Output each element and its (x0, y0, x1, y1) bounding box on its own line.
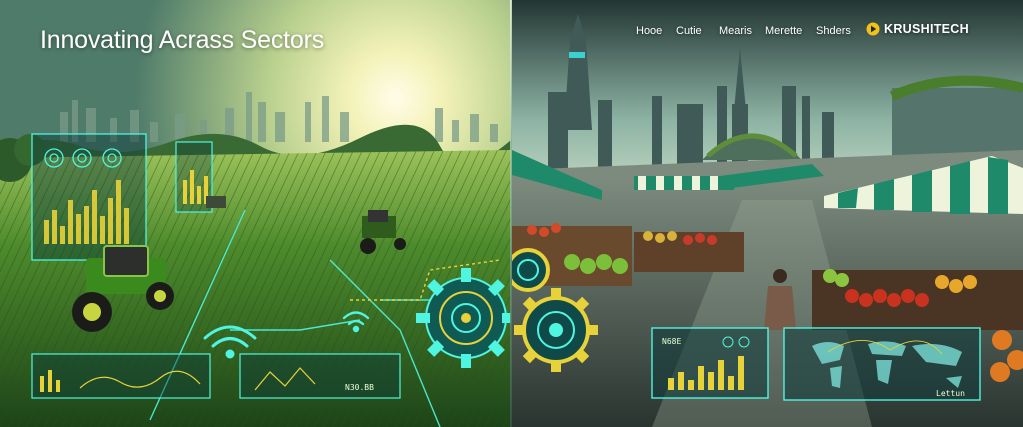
world-map-hud: Lettun (783, 327, 981, 401)
brand-name: KRUSHITECH (884, 22, 969, 36)
nav-item-4[interactable]: Merette (765, 24, 802, 38)
right-hud-readout: N68E (662, 337, 681, 346)
gear-icon (514, 288, 598, 372)
nav-item-3[interactable]: Mearis (719, 24, 752, 38)
nav-item-home[interactable]: Hooe (636, 24, 662, 38)
sales-chart-hud: N68E (651, 327, 769, 399)
map-caption: Lettun (936, 389, 965, 398)
market-scene: N68E Lettun (512, 0, 1023, 427)
agriculture-panel: N30.BB Innovating Acrass Sectors (0, 0, 511, 427)
nav-item-5[interactable]: Shders (816, 24, 851, 38)
play-triangle-icon (866, 22, 880, 36)
left-hud-readout: N30.BB (345, 383, 374, 392)
gear-icon-small (512, 248, 550, 292)
nav-item-2[interactable]: Cutie (676, 24, 702, 38)
brand-logo[interactable]: KRUSHITECH (866, 22, 969, 36)
market-panel: N68E Lettun (512, 0, 1023, 427)
agriculture-scene: N30.BB (0, 0, 511, 427)
hero-banner: N30.BB Innovating Acrass Sectors N68E Le… (0, 0, 1023, 427)
page-title: Innovating Acrass Sectors (40, 26, 325, 54)
